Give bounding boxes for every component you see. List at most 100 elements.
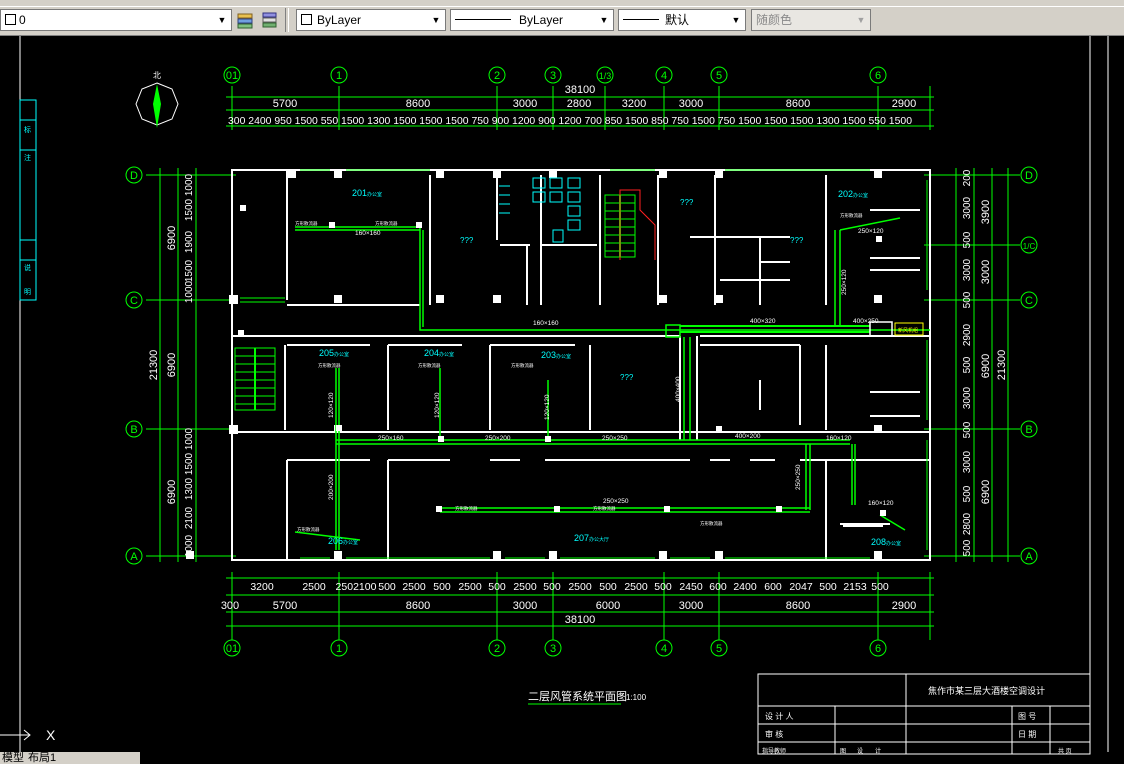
dimension-text: 6900 xyxy=(166,480,178,504)
tab-model[interactable]: 模型 xyxy=(0,752,26,764)
dimension-detail-bottom: 500 xyxy=(433,581,451,593)
dimension-detail-right: 3000 xyxy=(962,450,973,473)
room-number: 203 xyxy=(541,350,556,360)
lineweight-dropdown[interactable]: 默认 ▼ xyxy=(618,9,746,31)
dimension-text: 8600 xyxy=(406,98,430,110)
dimension-text: 6900 xyxy=(166,353,178,377)
chevron-down-icon: ▼ xyxy=(599,15,609,25)
room-number: 206 xyxy=(328,536,343,546)
dimension-detail-bottom: 600 xyxy=(764,581,782,593)
north-label: 北 xyxy=(153,71,161,80)
layer-previous-button[interactable] xyxy=(258,9,280,31)
title-block-label: 设 xyxy=(857,747,863,755)
layer-dropdown[interactable]: 0 ▼ xyxy=(0,9,232,31)
diffuser-callout: 方形散流器 xyxy=(297,526,320,533)
room-number: 207 xyxy=(574,533,589,543)
dimension-detail-top: 300 2400 950 1500 550 1500 1300 1500 150… xyxy=(228,115,912,127)
dimension-detail-bottom: 3200 xyxy=(250,581,274,593)
grid-label-top: 01 xyxy=(226,70,238,82)
dimension-detail-bottom: 600 xyxy=(709,581,727,593)
diffuser-callout: 方形散流器 xyxy=(375,220,398,227)
duct-size-label: 250×250 xyxy=(603,498,629,505)
fresh-air-unit: 新风机组 xyxy=(894,322,924,336)
dimension-text: 6900 xyxy=(166,226,178,250)
dimension-text: 6900 xyxy=(980,354,992,378)
dimension-text: 5700 xyxy=(273,98,297,110)
title-block-label: 指导教师 xyxy=(762,747,786,755)
room-label: 办公室 xyxy=(556,353,571,360)
plotstyle-dropdown[interactable]: 随颜色 ▼ xyxy=(751,9,871,31)
duct-size-label: 250×160 xyxy=(378,435,404,442)
north-arrow: 北 xyxy=(135,71,179,128)
layout-tabs: 模型 布局1 xyxy=(0,752,140,764)
grid-label-left: C xyxy=(130,295,138,307)
dimension-text: 6900 xyxy=(980,480,992,504)
dimension-detail-left: 2100 xyxy=(184,506,195,529)
room-label: 办公室 xyxy=(367,191,382,198)
stair-handrail xyxy=(619,189,656,260)
grid-label-bottom: 3 xyxy=(550,643,556,655)
dimension-text: 5700 xyxy=(273,600,297,612)
dimension-detail-left: 1500 xyxy=(184,198,195,221)
layer-manager-button[interactable] xyxy=(235,9,257,31)
floor-plan-drawing: 标 注 说 明 北 01 1 2 3 1/3 4 5 6 01 1 2 3 4 … xyxy=(0,36,1109,755)
chevron-down-icon: ▼ xyxy=(731,15,741,25)
duct-size-label: 120×120 xyxy=(434,392,441,418)
lineweight-dropdown-value: 默认 xyxy=(665,13,690,27)
dimension-detail-right: 500 xyxy=(962,231,973,248)
dimension-detail-bottom: 500 xyxy=(488,581,506,593)
dimension-detail-bottom: 2047 xyxy=(789,581,813,593)
dimension-detail-right: 3000 xyxy=(962,386,973,409)
room-label: ??? xyxy=(680,198,694,207)
dimension-text: 21300 xyxy=(148,350,160,381)
layer-previous-icon xyxy=(262,12,277,28)
drawing-canvas[interactable]: 标 注 说 明 北 01 1 2 3 1/3 4 5 6 01 1 2 3 4 … xyxy=(0,36,1124,764)
dimension-detail-bottom: 2500 xyxy=(302,581,326,593)
color-dropdown[interactable]: ByLayer ▼ xyxy=(296,9,446,31)
sidebar-label: 说 xyxy=(24,263,31,272)
drawing-title: 二层风管系统平面图 1:100 xyxy=(528,689,647,705)
dimension-detail-right: 2900 xyxy=(962,323,973,346)
dimension-detail-bottom: 2500 xyxy=(624,581,648,593)
grid-label-right: A xyxy=(1025,551,1033,563)
duct-size-label: 250×120 xyxy=(858,228,884,235)
duct-size-label: 120×120 xyxy=(544,394,551,420)
color-dropdown-value: ByLayer xyxy=(317,13,362,27)
duct-size-label: 200×200 xyxy=(328,474,335,500)
dimension-text: 3000 xyxy=(980,260,992,284)
chevron-down-icon: ▼ xyxy=(856,15,866,25)
room-number: 208 xyxy=(871,537,886,547)
dimension-detail-right: 3000 xyxy=(962,196,973,219)
dimension-text: 3000 xyxy=(679,98,703,110)
drawing-scale: 1:100 xyxy=(626,693,647,702)
grid-label-right: C xyxy=(1025,295,1033,307)
dimension-detail-right: 500 xyxy=(962,291,973,308)
grid-label-top: 1 xyxy=(336,70,342,82)
room-label: 办公室 xyxy=(853,192,868,199)
toolbar-separator xyxy=(285,8,289,32)
room-label: 办公室 xyxy=(334,351,349,358)
dimension-detail-bottom: 2500 xyxy=(513,581,537,593)
dimension-detail-left: 1500 xyxy=(184,259,195,282)
linetype-dropdown[interactable]: ByLayer ▼ xyxy=(450,9,614,31)
duct-size-label: 400×400 xyxy=(675,376,682,402)
duct-size-label: 160×120 xyxy=(868,500,894,507)
title-block-label: 审 核 xyxy=(765,729,783,739)
lineweight-sample-icon xyxy=(623,19,659,20)
diffuser-callout: 方形散流器 xyxy=(840,212,863,219)
dimension-detail-left: 1000 xyxy=(184,173,195,196)
sidebar-labels: 标 注 说 明 xyxy=(24,125,31,296)
room-number: 202 xyxy=(838,189,853,199)
dimension-detail-bottom: 2500 xyxy=(402,581,426,593)
dimension-text: 2900 xyxy=(892,600,916,612)
dimension-detail-bottom: 2500 xyxy=(458,581,482,593)
dimension-detail-left: 1900 xyxy=(184,230,195,253)
grid-label-bottom: 4 xyxy=(661,643,667,655)
linetype-sample-icon xyxy=(455,19,511,20)
tab-layout1[interactable]: 布局1 xyxy=(26,752,58,764)
title-block-label: 计 xyxy=(875,747,881,755)
title-block-label: 共 页 xyxy=(1058,747,1072,755)
total-dimension-bottom: 38100 xyxy=(565,614,596,626)
duct-size-label: 120×120 xyxy=(328,392,335,418)
dimension-detail-bottom: 500 xyxy=(871,581,889,593)
